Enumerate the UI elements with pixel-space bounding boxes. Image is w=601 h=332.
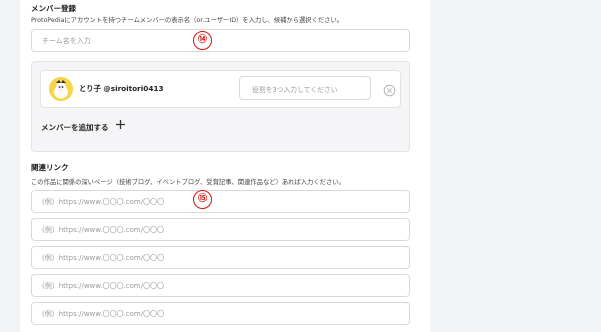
link-input-1[interactable]: (例）https://www.〇〇〇.com/〇〇〇 bbox=[31, 190, 410, 213]
member-name[interactable]: とり子 @siroitori0413 bbox=[79, 84, 164, 94]
plus-icon[interactable] bbox=[115, 119, 126, 132]
link-placeholder: (例）https://www.〇〇〇.com/〇〇〇 bbox=[42, 310, 165, 318]
link-placeholder: (例）https://www.〇〇〇.com/〇〇〇 bbox=[42, 198, 165, 206]
members-help-text: ProtoPediaにアカウントを持つチームメンバーの表示名（or.ユーザーID… bbox=[31, 17, 344, 24]
annotation-marker-15: ⑮ bbox=[193, 190, 212, 209]
member-row: とり子 @siroitori0413 役割を3つ入力してください bbox=[40, 70, 401, 108]
link-input-4[interactable]: (例）https://www.〇〇〇.com/〇〇〇 bbox=[31, 274, 410, 297]
link-placeholder: (例）https://www.〇〇〇.com/〇〇〇 bbox=[42, 254, 165, 262]
remove-member-icon[interactable] bbox=[383, 82, 396, 97]
link-placeholder: (例）https://www.〇〇〇.com/〇〇〇 bbox=[42, 226, 165, 234]
add-member-button[interactable]: メンバーを追加する bbox=[41, 122, 109, 133]
link-placeholder: (例）https://www.〇〇〇.com/〇〇〇 bbox=[42, 282, 165, 290]
member-list-box: とり子 @siroitori0413 役割を3つ入力してください メンバーを追加… bbox=[31, 61, 410, 152]
team-name-input[interactable]: チーム名を入力 bbox=[31, 29, 410, 52]
role-placeholder: 役割を3つ入力してください bbox=[252, 86, 338, 94]
link-input-5[interactable]: (例）https://www.〇〇〇.com/〇〇〇 bbox=[31, 302, 410, 325]
annotation-marker-14: ⑭ bbox=[193, 31, 212, 50]
links-section-title: 関連リンク bbox=[31, 163, 69, 172]
page-background bbox=[430, 0, 601, 332]
link-input-2[interactable]: (例）https://www.〇〇〇.com/〇〇〇 bbox=[31, 218, 410, 241]
team-name-placeholder: チーム名を入力 bbox=[42, 37, 91, 45]
role-input[interactable]: 役割を3つ入力してください bbox=[239, 76, 371, 100]
link-input-3[interactable]: (例）https://www.〇〇〇.com/〇〇〇 bbox=[31, 246, 410, 269]
avatar bbox=[49, 77, 73, 101]
links-help-text: この作品に関係の深いページ（技術ブログ、イベントブログ、受賞記事、関連作品など）… bbox=[31, 179, 345, 186]
members-section-title: メンバー登録 bbox=[31, 4, 76, 13]
